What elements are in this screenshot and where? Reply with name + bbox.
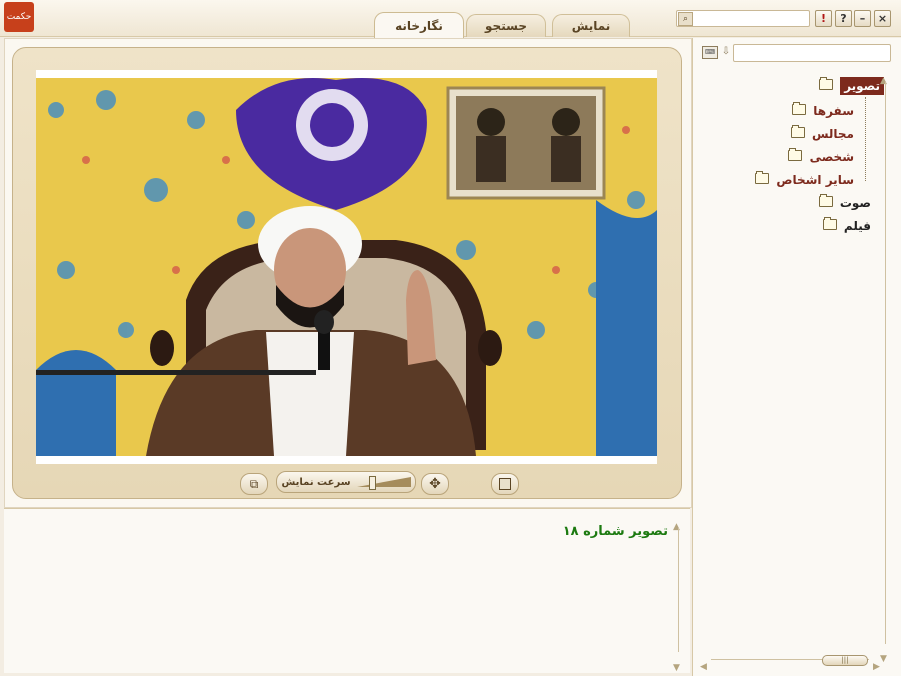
tree-vertical-scrollbar[interactable] xyxy=(885,82,886,644)
help-icon: ? xyxy=(840,12,847,25)
tree-node-personal-label: شخصی xyxy=(809,150,854,164)
folder-icon xyxy=(788,148,803,161)
image-caption: تصویر شماره ۱۸ xyxy=(562,524,668,539)
tree-scroll-left-icon[interactable]: ◀ xyxy=(700,654,707,673)
tab-gallery[interactable]: نگارخانه xyxy=(374,12,464,38)
tree-node-video-label: فیلم xyxy=(843,219,871,233)
tree-node-trips-label: سفرها xyxy=(813,104,854,118)
tab-display-label: نمایش xyxy=(571,19,611,33)
save-button[interactable] xyxy=(491,473,519,495)
alert-icon: ! xyxy=(820,12,827,25)
speed-label: سرعت نمایش xyxy=(281,476,351,488)
tab-search-label: جستجو xyxy=(485,19,527,33)
fit-to-window-button[interactable]: ✥ xyxy=(421,473,449,495)
copy-button[interactable]: ⧉ xyxy=(240,473,268,495)
photo-illustration xyxy=(36,78,657,456)
folder-icon xyxy=(790,125,805,138)
speed-slider-track xyxy=(356,477,411,487)
tree-scroll-down-icon[interactable]: ▼ xyxy=(880,646,887,665)
app-logo: حکمت xyxy=(4,2,34,32)
folder-icon xyxy=(818,194,833,207)
floppy-disk-icon xyxy=(499,478,511,490)
close-icon: × xyxy=(877,12,888,25)
folder-icon xyxy=(822,217,837,230)
tree-scroll-right-icon[interactable]: ▶ xyxy=(873,654,880,673)
close-button[interactable]: × xyxy=(874,10,891,27)
open-folder-icon xyxy=(819,77,833,90)
download-arrow-icon[interactable]: ⇩ xyxy=(720,46,732,58)
search-icon[interactable]: ⌕ xyxy=(678,12,693,26)
tree-node-other-people[interactable]: سایر اشخاص xyxy=(755,171,854,187)
alert-button[interactable]: ! xyxy=(815,10,832,27)
folder-icon xyxy=(755,171,770,184)
top-search-input[interactable]: ⌕ xyxy=(676,10,810,27)
app-logo-text: حکمت xyxy=(6,12,32,22)
keyboard-icon[interactable]: ⌨ xyxy=(702,46,718,59)
folder-icon xyxy=(792,102,807,115)
speed-control[interactable]: سرعت نمایش xyxy=(276,471,416,493)
tree-node-images-label: تصویر xyxy=(840,77,885,95)
tree-node-video[interactable]: فیلم xyxy=(822,217,871,233)
tab-display[interactable]: نمایش xyxy=(552,14,630,37)
tree-node-trips[interactable]: سفرها xyxy=(792,102,854,118)
tree-node-images[interactable]: تصویر xyxy=(819,77,885,95)
tree-node-other-people-label: سایر اشخاص xyxy=(776,173,854,187)
minimize-icon: – xyxy=(859,12,866,25)
caption-scroll-down-icon[interactable]: ▼ xyxy=(673,655,680,674)
tree-node-audio[interactable]: صوت xyxy=(818,194,871,210)
tree-node-audio-label: صوت xyxy=(839,196,871,210)
tree-node-gatherings-label: مجالس xyxy=(811,127,854,141)
tree-connector xyxy=(865,97,867,181)
tree-search-input[interactable] xyxy=(733,44,891,62)
speed-slider[interactable] xyxy=(356,476,411,490)
caption-scrollbar[interactable] xyxy=(678,528,679,652)
tree-node-personal[interactable]: شخصی xyxy=(788,148,854,164)
copy-icon: ⧉ xyxy=(249,476,259,491)
help-button[interactable]: ? xyxy=(835,10,852,27)
tab-gallery-label: نگارخانه xyxy=(395,18,443,33)
gallery-photo xyxy=(36,70,657,464)
tree-node-gatherings[interactable]: مجالس xyxy=(790,125,854,141)
tab-search[interactable]: جستجو xyxy=(466,14,546,37)
move-arrows-icon: ✥ xyxy=(429,476,441,492)
tree-scroll-thumb[interactable]: ||| xyxy=(822,655,868,666)
minimize-button[interactable]: – xyxy=(854,10,871,27)
speed-slider-thumb[interactable] xyxy=(368,476,376,490)
